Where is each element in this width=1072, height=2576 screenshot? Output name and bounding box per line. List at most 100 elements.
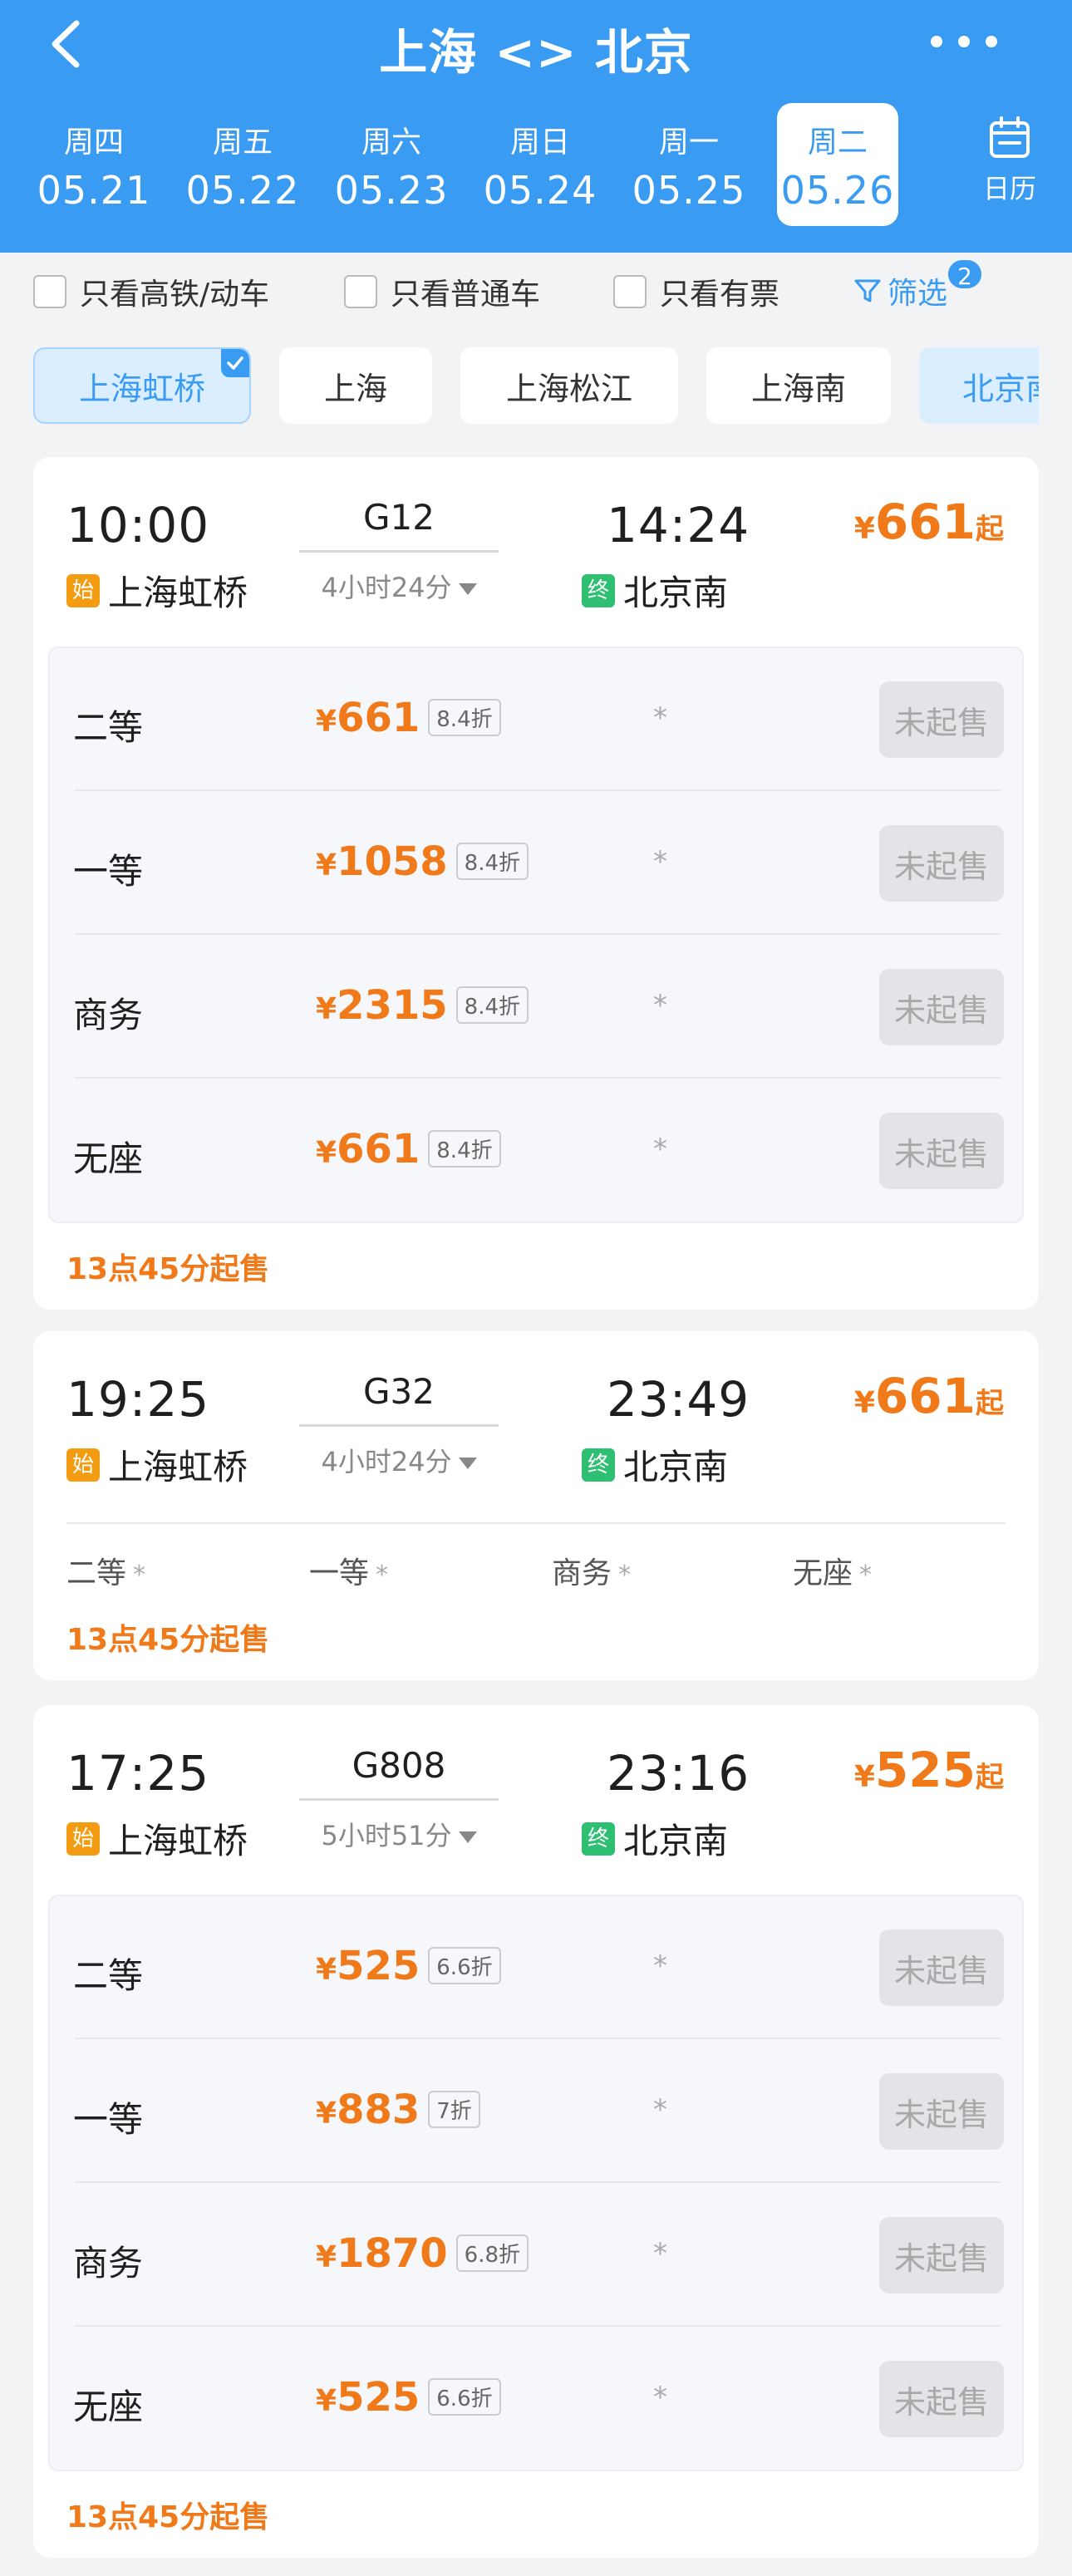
- arrival-station-name: 北京南: [623, 573, 729, 613]
- train-number[interactable]: G12: [299, 497, 499, 538]
- train-card[interactable]: 17:25 始 上海虹桥 G808 5小时51分 23:16 终 北京南 ¥52…: [33, 1705, 1039, 2558]
- seat-list: 二等 ¥661 8.4折 * 未起售 一等 ¥1058 8.4折 * 未起售 商务 …: [48, 646, 1024, 1223]
- arrival-time: 23:49: [607, 1371, 750, 1428]
- seat-price: ¥525 6.6折: [316, 2374, 501, 2421]
- seat-price: ¥2315 8.4折: [316, 982, 529, 1029]
- arrival-station-name: 北京南: [623, 1447, 729, 1487]
- discount-badge: 6.8折: [455, 2234, 529, 2272]
- not-on-sale-button[interactable]: 未起售: [879, 2073, 1004, 2150]
- date-weekday: 周日: [509, 125, 570, 160]
- duration-dropdown[interactable]: 4小时24分: [299, 567, 499, 605]
- seat-price: ¥525 6.6折: [316, 1943, 501, 1989]
- discount-badge: 8.4折: [455, 986, 529, 1024]
- train-number[interactable]: G32: [299, 1371, 499, 1412]
- date-value: 05.23: [334, 168, 449, 213]
- start-tag: 始: [66, 573, 100, 607]
- seat-class: 无座: [73, 2387, 144, 2427]
- seat-summary-item: 一等 *: [309, 1556, 389, 1590]
- station-chip[interactable]: 北京南: [919, 347, 1039, 424]
- date-item[interactable]: 周四 05.21: [33, 103, 155, 226]
- seat-availability: *: [653, 2093, 667, 2126]
- filter-high-speed-checkbox[interactable]: 只看高铁/动车: [33, 271, 269, 312]
- seat-row: 一等 ¥1058 8.4折 * 未起售: [50, 792, 1025, 935]
- duration-dropdown[interactable]: 4小时24分: [299, 1441, 499, 1479]
- seat-row: 商务 ¥1870 6.8折 * 未起售: [50, 2184, 1025, 2327]
- not-on-sale-button[interactable]: 未起售: [879, 1930, 1004, 2006]
- station-chip-selected[interactable]: 上海虹桥: [33, 347, 251, 424]
- date-selector: 周四 05.21 周五 05.22 周六 05.23 周日 05.24 周一 0…: [0, 103, 1072, 228]
- date-value: 05.21: [37, 168, 151, 213]
- discount-badge: 6.6折: [428, 2378, 501, 2416]
- seat-availability: *: [653, 2381, 667, 2414]
- filter-normal-train-checkbox[interactable]: 只看普通车: [344, 271, 540, 312]
- sale-time-notice: 13点45分起售: [66, 2500, 270, 2534]
- arrival-station: 终 北京南: [582, 565, 728, 616]
- not-on-sale-button[interactable]: 未起售: [879, 969, 1004, 1045]
- filter-available-checkbox[interactable]: 只看有票: [613, 271, 779, 312]
- station-chip[interactable]: 上海: [279, 347, 432, 424]
- calendar-label: 日历: [982, 173, 1036, 204]
- date-value: 05.26: [780, 168, 895, 213]
- station-chip[interactable]: 上海南: [706, 347, 891, 424]
- seat-summary-item: 二等 *: [66, 1556, 146, 1590]
- seat-class: 一等: [73, 2099, 144, 2140]
- duration-dropdown[interactable]: 5小时51分: [299, 1815, 499, 1853]
- route-line: [299, 550, 499, 553]
- filter-count-badge: 2: [946, 258, 984, 291]
- departure-time: 10:00: [66, 497, 210, 553]
- seat-class: 无座: [73, 1138, 144, 1179]
- date-item[interactable]: 周五 05.22: [182, 103, 303, 226]
- seat-class: 一等: [73, 851, 144, 892]
- date-weekday: 周六: [361, 125, 421, 160]
- train-number[interactable]: G808: [299, 1745, 499, 1786]
- not-on-sale-button[interactable]: 未起售: [879, 681, 1004, 758]
- seat-class: 二等: [73, 707, 144, 748]
- seat-class: 二等: [73, 1955, 144, 1996]
- check-corner-icon: [221, 349, 249, 377]
- seat-class: 商务: [73, 2243, 144, 2283]
- not-on-sale-button[interactable]: 未起售: [879, 1113, 1004, 1189]
- departure-station-name: 上海虹桥: [108, 1821, 248, 1861]
- page-title: 上海 <> 北京: [379, 24, 693, 81]
- date-item-selected[interactable]: 周二 05.26: [777, 103, 898, 226]
- not-on-sale-button[interactable]: 未起售: [879, 2217, 1004, 2293]
- checkbox-icon: [613, 275, 647, 308]
- discount-badge: 8.4折: [455, 843, 529, 880]
- departure-time: 19:25: [66, 1371, 210, 1428]
- checkbox-icon: [33, 275, 66, 308]
- duration-text: 4小时24分: [321, 572, 452, 603]
- seat-list: 二等 ¥525 6.6折 * 未起售 一等 ¥883 7折 * 未起售 商务 ¥18…: [48, 1895, 1024, 2471]
- date-item[interactable]: 周六 05.23: [331, 103, 452, 226]
- date-item[interactable]: 周日 05.24: [479, 103, 601, 226]
- departure-station: 始 上海虹桥: [66, 565, 248, 616]
- station-chip-label: 上海: [323, 370, 387, 407]
- date-item[interactable]: 周一 05.25: [628, 103, 750, 226]
- date-weekday: 周四: [63, 125, 124, 160]
- date-value: 05.22: [185, 168, 300, 213]
- end-tag: 终: [582, 1821, 615, 1856]
- seat-price: ¥661 8.4折: [316, 1126, 501, 1172]
- not-on-sale-button[interactable]: 未起售: [879, 2361, 1004, 2437]
- discount-badge: 6.6折: [428, 1947, 501, 1984]
- not-on-sale-button[interactable]: 未起售: [879, 825, 1004, 902]
- departure-station: 始 上海虹桥: [66, 1439, 248, 1490]
- seat-class: 商务: [73, 995, 144, 1035]
- station-chip-label: 上海松江: [505, 370, 632, 407]
- filter-label: 只看普通车: [391, 278, 541, 312]
- seat-summary-item: 无座 *: [793, 1556, 873, 1590]
- lowest-price: ¥525起: [853, 1742, 1004, 1798]
- lowest-price: ¥661起: [853, 494, 1004, 550]
- seat-price: ¥661 8.4折: [316, 695, 501, 741]
- date-weekday: 周二: [807, 125, 868, 160]
- more-button[interactable]: [931, 25, 997, 58]
- screen-filter-button[interactable]: 筛选: [853, 268, 947, 314]
- train-card[interactable]: 19:25 始 上海虹桥 G32 4小时24分 23:49 终 北京南 ¥661…: [33, 1331, 1039, 1680]
- train-card[interactable]: 10:00 始 上海虹桥 G12 4小时24分 14:24 终 北京南 ¥661…: [33, 457, 1039, 1310]
- station-chip[interactable]: 上海松江: [460, 347, 678, 424]
- departure-time: 17:25: [66, 1745, 210, 1802]
- seat-availability: *: [653, 1949, 667, 1983]
- calendar-button[interactable]: 日历: [964, 115, 1055, 214]
- arrival-station: 终 北京南: [582, 1813, 728, 1864]
- departure-station-name: 上海虹桥: [108, 573, 248, 613]
- arrival-time: 23:16: [607, 1745, 750, 1802]
